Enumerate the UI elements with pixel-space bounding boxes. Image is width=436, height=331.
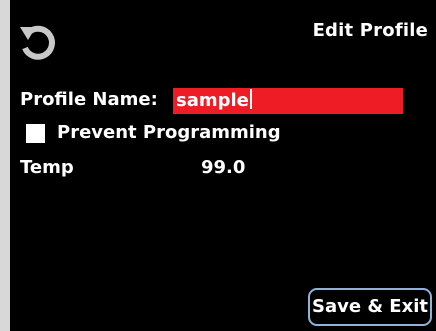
text-caret bbox=[249, 89, 252, 109]
prevent-programming-label[interactable]: Prevent Programming bbox=[57, 122, 281, 143]
profile-name-value: sample bbox=[176, 90, 249, 111]
device-screen: Edit Profile Profile Name: sample Preven… bbox=[10, 0, 436, 331]
save-exit-button[interactable]: Save & Exit bbox=[308, 288, 432, 326]
prevent-programming-checkbox[interactable] bbox=[26, 124, 45, 143]
temp-label: Temp bbox=[20, 157, 74, 178]
profile-name-input[interactable]: sample bbox=[173, 88, 403, 114]
page-title: Edit Profile bbox=[312, 20, 428, 41]
back-button[interactable] bbox=[18, 18, 58, 62]
profile-name-label: Profile Name: bbox=[20, 89, 158, 110]
temp-value[interactable]: 99.0 bbox=[201, 157, 245, 178]
refresh-back-icon bbox=[18, 18, 58, 62]
